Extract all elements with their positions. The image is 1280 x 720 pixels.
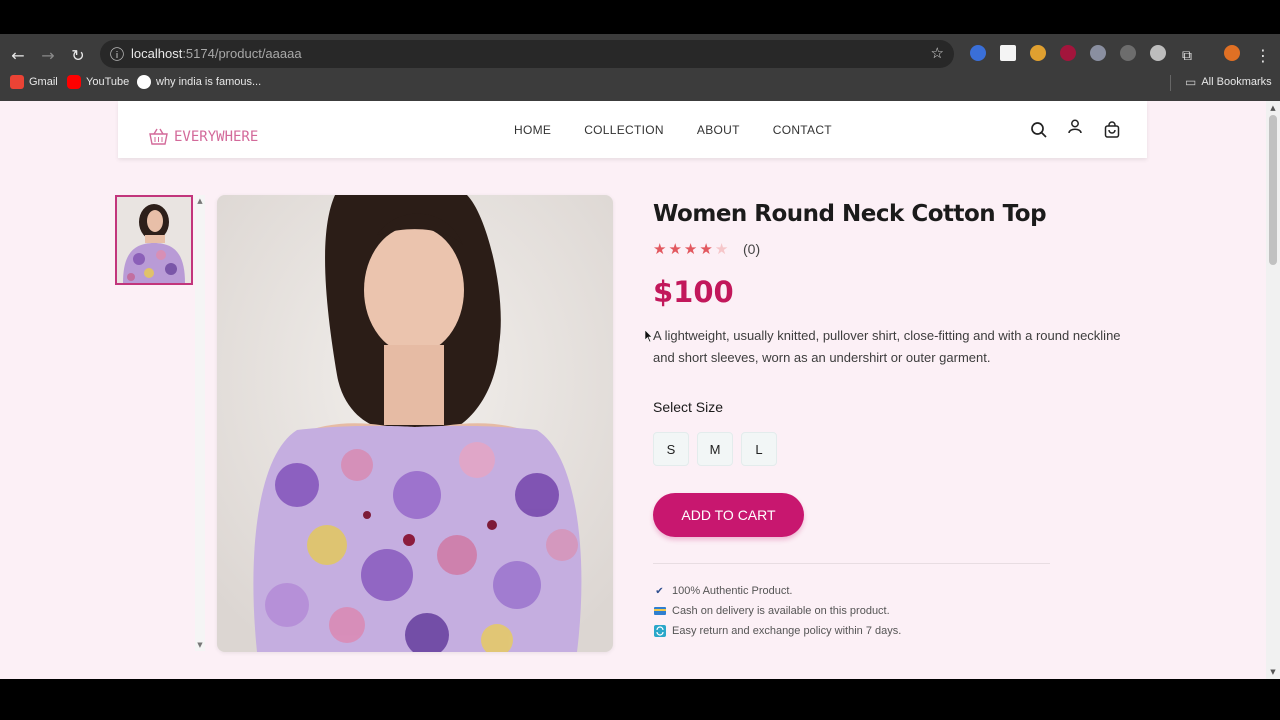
bookmarks-bar: Gmail YouTube why india is famous... ▭ Al… <box>0 71 1280 95</box>
size-button-l[interactable]: L <box>741 432 777 466</box>
check-icon: ✔ <box>655 585 664 597</box>
nav-about[interactable]: ABOUT <box>697 123 740 137</box>
window-top-strip <box>0 0 1280 34</box>
main-nav: HOME COLLECTION ABOUT CONTACT <box>514 123 832 137</box>
add-to-cart-button[interactable]: ADD TO CART <box>653 493 804 537</box>
divider <box>653 563 1050 564</box>
bookmark-gmail[interactable]: Gmail <box>10 75 58 89</box>
star-empty-icon: ★ <box>714 240 729 258</box>
profile-avatar[interactable] <box>1224 45 1240 61</box>
logo[interactable]: EVERYWHERE <box>148 128 258 146</box>
thumbnail-image <box>117 197 191 283</box>
site-header: EVERYWHERE HOME COLLECTION ABOUT CONTACT <box>118 101 1147 158</box>
nav-contact[interactable]: CONTACT <box>773 123 832 137</box>
extensions-puzzle-icon[interactable]: ⧉ <box>1175 44 1199 68</box>
site-info-icon[interactable]: i <box>110 47 124 61</box>
address-bar[interactable]: i localhost:5174/product/aaaaa ☆ <box>100 40 954 68</box>
google-icon <box>137 75 151 89</box>
main-product-image <box>217 195 613 652</box>
user-icon[interactable] <box>1066 118 1084 136</box>
basket-logo-icon <box>149 128 168 145</box>
window-bottom-strip <box>0 679 1280 720</box>
size-options: S M L <box>653 432 777 466</box>
card-icon <box>653 605 666 618</box>
extension-icon[interactable] <box>1090 45 1106 61</box>
return-icon <box>653 625 666 638</box>
page-viewport: EVERYWHERE HOME COLLECTION ABOUT CONTACT <box>0 101 1266 679</box>
extension-icon[interactable] <box>1000 45 1016 61</box>
review-count: (0) <box>743 241 761 257</box>
browser-chrome: ← → ↻ i localhost:5174/product/aaaaa ☆ ⧉… <box>0 34 1280 101</box>
thumbnail-scrollbar[interactable]: ▲ ▼ <box>195 195 205 651</box>
menu-kebab-icon[interactable]: ⋮ <box>1251 44 1275 68</box>
extension-icon[interactable] <box>970 45 986 61</box>
reload-icon[interactable]: ↻ <box>66 44 90 68</box>
extension-icon[interactable] <box>1030 45 1046 61</box>
logo-text: EVERYWHERE <box>174 129 259 145</box>
scroll-down-icon[interactable]: ▼ <box>195 641 205 649</box>
youtube-icon <box>67 75 81 89</box>
star-icon: ★ <box>668 240 682 258</box>
scroll-down-icon[interactable]: ▼ <box>1269 668 1277 676</box>
bookmark-youtube[interactable]: YouTube <box>67 75 129 89</box>
url-text[interactable]: localhost:5174/product/aaaaa <box>131 46 302 61</box>
bookmark-search[interactable]: why india is famous... <box>137 75 261 89</box>
extension-icon[interactable] <box>1060 45 1076 61</box>
select-size-label: Select Size <box>653 399 724 415</box>
bookmarks-divider <box>1170 75 1171 91</box>
back-icon[interactable]: ← <box>6 44 30 68</box>
folder-icon: ▭ <box>1185 75 1197 89</box>
gmail-icon <box>10 75 24 89</box>
scroll-up-icon[interactable]: ▲ <box>195 197 205 205</box>
scroll-up-icon[interactable]: ▲ <box>1269 104 1277 112</box>
product-description: A lightweight, usually knitted, pullover… <box>653 328 1121 365</box>
rating-stars: ★ ★ ★ ★ ★ <box>653 240 728 258</box>
star-icon: ★ <box>683 240 698 258</box>
size-button-m[interactable]: M <box>697 432 733 466</box>
scrollbar-thumb[interactable] <box>1269 115 1277 265</box>
nav-collection[interactable]: COLLECTION <box>584 123 664 137</box>
product-photo <box>217 195 613 652</box>
star-icon: ★ <box>699 240 713 258</box>
feature-item: Easy return and exchange policy within 7… <box>653 621 901 641</box>
feature-item: Cash on delivery is available on this pr… <box>653 601 901 621</box>
feature-item: ✔ 100% Authentic Product. <box>653 581 901 601</box>
all-bookmarks-button[interactable]: ▭ All Bookmarks <box>1185 75 1272 89</box>
mouse-cursor-icon <box>645 330 653 342</box>
page-scrollbar[interactable]: ▲ ▼ <box>1266 101 1280 679</box>
shield-extension-icon[interactable] <box>1120 45 1136 61</box>
product-title: Women Round Neck Cotton Top <box>653 201 1047 227</box>
cart-icon[interactable] <box>1103 121 1121 139</box>
nav-home[interactable]: HOME <box>514 123 551 137</box>
product-thumbnail[interactable] <box>115 195 193 285</box>
grammarly-icon[interactable] <box>1150 45 1166 61</box>
product-price: $100 <box>653 275 734 309</box>
star-icon: ★ <box>653 240 667 258</box>
product-features: ✔ 100% Authentic Product. Cash on delive… <box>653 581 901 641</box>
bookmark-star-icon[interactable]: ☆ <box>931 44 944 62</box>
size-button-s[interactable]: S <box>653 432 689 466</box>
forward-icon[interactable]: → <box>36 44 60 68</box>
search-icon[interactable] <box>1030 121 1048 139</box>
